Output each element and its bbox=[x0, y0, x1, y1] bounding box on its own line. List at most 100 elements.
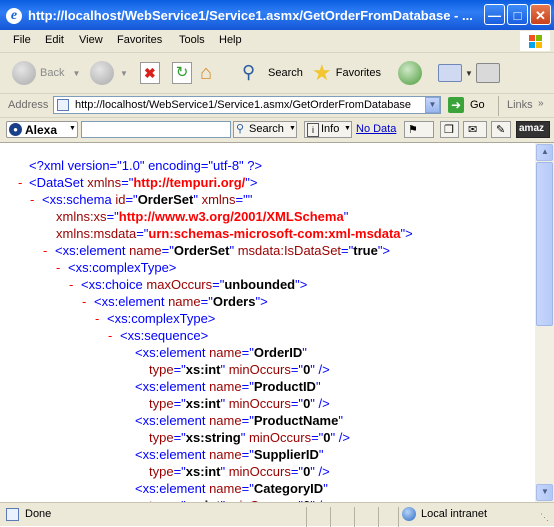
menu-help[interactable]: Help bbox=[219, 34, 242, 46]
intranet-globe-icon bbox=[402, 507, 416, 521]
xml-attr-name: name bbox=[209, 413, 242, 428]
resize-grip-icon[interactable]: ⋱ bbox=[540, 512, 549, 523]
alexa-search-button[interactable]: ⚲ Search ▼ bbox=[233, 121, 297, 138]
vertical-scrollbar[interactable]: ▲ ▼ bbox=[535, 143, 554, 502]
address-separator bbox=[498, 96, 499, 116]
collapse-toggle[interactable]: - bbox=[43, 242, 47, 259]
minimize-button[interactable]: — bbox=[484, 4, 505, 25]
xml-field-name-line: <xs:element name="ProductName" bbox=[135, 412, 343, 429]
xml-attr-name: xmlns bbox=[87, 175, 122, 190]
history-button[interactable] bbox=[398, 59, 422, 87]
xml-field-name: ProductID bbox=[253, 379, 316, 394]
xml-line-dataset[interactable]: - <DataSet xmlns="http://tempuri.org/"> bbox=[18, 174, 258, 191]
menu-tools[interactable]: Tools bbox=[179, 34, 205, 46]
xml-quote: =" bbox=[241, 413, 254, 428]
print-button[interactable] bbox=[476, 59, 500, 87]
xml-quote: =" bbox=[106, 209, 119, 224]
xml-field-type: xs:int bbox=[185, 396, 221, 411]
xml-line-choice[interactable]: - <xs:choice maxOccurs="unbounded"> bbox=[69, 276, 307, 293]
xml-attr-value: unbounded bbox=[224, 277, 296, 292]
xml-attr-name: minOccurs bbox=[228, 362, 291, 377]
address-dropdown-icon[interactable]: ▼ bbox=[425, 97, 440, 113]
search-button[interactable]: ⚲ Search bbox=[242, 59, 303, 87]
xml-line-complextype[interactable]: - <xs:complexType> bbox=[56, 259, 176, 276]
xml-attr-name: type bbox=[149, 464, 174, 479]
alexa-search-input[interactable] bbox=[81, 121, 231, 138]
xml-line-xmlns-xs: xmlns:xs="http://www.w3.org/2001/XMLSche… bbox=[56, 208, 348, 225]
xml-line-element-orderset[interactable]: - <xs:element name="OrderSet" msdata:IsD… bbox=[43, 242, 390, 259]
favorites-button[interactable]: ★ Favorites bbox=[312, 59, 381, 87]
go-arrow-icon[interactable]: ➜ bbox=[448, 97, 464, 113]
xml-document-view: <?xml version="1.0" encoding="utf-8" ?> … bbox=[0, 143, 535, 502]
xml-line-xmlns-msdata: xmlns:msdata="urn:schemas-microsoft-com:… bbox=[56, 225, 413, 242]
xml-attr-name: xmlns:msdata bbox=[56, 226, 137, 241]
xml-line-schema[interactable]: - <xs:schema id="OrderSet" xmlns="" bbox=[30, 191, 252, 208]
amazon-button[interactable]: amaz bbox=[516, 121, 550, 138]
xml-field-name-line: <xs:element name="CategoryID" bbox=[135, 480, 328, 497]
alexa-traffic-button[interactable]: ⚑ bbox=[404, 121, 434, 138]
xml-line-sequence[interactable]: - <xs:sequence> bbox=[108, 327, 208, 344]
xml-quote: "> bbox=[255, 294, 268, 309]
address-bar: Address http://localhost/WebService1/Ser… bbox=[0, 94, 554, 118]
xml-attr-value: OrderSet bbox=[173, 243, 230, 258]
close-button[interactable]: ✕ bbox=[530, 4, 551, 25]
related-icon: ❐ bbox=[444, 124, 454, 136]
collapse-toggle[interactable]: - bbox=[69, 276, 73, 293]
menu-file[interactable]: File bbox=[13, 34, 31, 46]
alexa-email-button[interactable]: ✉ bbox=[463, 121, 487, 138]
xml-quote: =" bbox=[136, 226, 149, 241]
xml-quote: =" bbox=[241, 481, 254, 496]
xml-line-complextype-inner[interactable]: - <xs:complexType> bbox=[95, 310, 215, 327]
xml-tag-close: /> bbox=[335, 430, 350, 445]
alexa-brand: Alexa bbox=[25, 123, 58, 137]
mail-dropdown-icon[interactable]: ▼ bbox=[465, 69, 473, 78]
forward-dropdown-icon[interactable]: ▼ bbox=[120, 69, 128, 78]
back-dropdown-icon[interactable]: ▼ bbox=[72, 69, 80, 78]
alexa-related-button[interactable]: ❐ bbox=[440, 121, 459, 138]
address-input[interactable]: http://localhost/WebService1/Service1.as… bbox=[53, 96, 441, 114]
xml-quote: " bbox=[343, 209, 349, 224]
stop-button[interactable]: ✖ bbox=[140, 59, 160, 87]
refresh-icon: ↻ bbox=[172, 62, 192, 84]
traffic-icon: ⚑ bbox=[408, 124, 418, 136]
scroll-thumb[interactable] bbox=[536, 162, 553, 326]
xml-line-element-orders[interactable]: - <xs:element name="Orders"> bbox=[82, 293, 268, 310]
favorites-star-icon: ★ bbox=[312, 60, 332, 85]
collapse-toggle[interactable]: - bbox=[95, 310, 99, 327]
maximize-button[interactable]: □ bbox=[507, 4, 528, 25]
forward-button[interactable]: ▼ bbox=[90, 59, 128, 87]
xml-quote: "> bbox=[245, 175, 258, 190]
collapse-toggle[interactable]: - bbox=[18, 174, 22, 191]
mail-button[interactable]: ▼ bbox=[438, 59, 473, 87]
xml-quote: " bbox=[220, 396, 226, 411]
alexa-nodata-link[interactable]: No Data bbox=[356, 123, 396, 135]
back-button[interactable]: Back ▼ bbox=[12, 59, 80, 87]
scroll-down-button[interactable]: ▼ bbox=[536, 484, 553, 501]
xml-tag-open: <DataSet bbox=[29, 175, 88, 190]
collapse-toggle[interactable]: - bbox=[30, 191, 34, 208]
alexa-button[interactable]: ● Alexa ▼ bbox=[6, 121, 78, 138]
xml-field-type-line: type="xs:int" minOccurs="0" /> bbox=[149, 463, 330, 480]
home-button[interactable]: ⌂ bbox=[200, 59, 224, 87]
collapse-toggle[interactable]: - bbox=[108, 327, 112, 344]
menu-favorites[interactable]: Favorites bbox=[117, 34, 162, 46]
go-button[interactable]: Go bbox=[470, 99, 485, 111]
xml-attr-name: minOccurs bbox=[248, 430, 312, 445]
collapse-toggle[interactable]: - bbox=[82, 293, 86, 310]
address-url: http://localhost/WebService1/Service1.as… bbox=[75, 99, 412, 111]
history-icon bbox=[398, 61, 422, 85]
links-chevron-icon[interactable]: » bbox=[538, 98, 544, 109]
refresh-button[interactable]: ↻ bbox=[172, 59, 192, 87]
alexa-edit-button[interactable]: ✎ bbox=[491, 121, 511, 138]
xml-quote: =" bbox=[290, 396, 304, 411]
page-done-icon bbox=[6, 508, 19, 521]
xml-quote: " bbox=[220, 362, 226, 377]
xml-attr-value: OrderSet bbox=[137, 192, 194, 207]
menu-view[interactable]: View bbox=[79, 34, 103, 46]
alexa-info-button[interactable]: i Info ▼ bbox=[304, 121, 352, 138]
xml-quote: " bbox=[323, 481, 328, 496]
scroll-up-button[interactable]: ▲ bbox=[536, 144, 553, 161]
menu-edit[interactable]: Edit bbox=[45, 34, 64, 46]
collapse-toggle[interactable]: - bbox=[56, 259, 60, 276]
links-label[interactable]: Links bbox=[507, 99, 533, 111]
